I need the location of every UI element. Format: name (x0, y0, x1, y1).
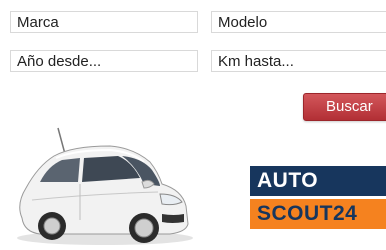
anio-desde-select[interactable]: Año desde... (10, 50, 198, 72)
modelo-select[interactable]: Modelo (211, 11, 386, 33)
autoscout24-logo[interactable]: AUTO SCOUT24 (250, 166, 386, 229)
buscar-button[interactable]: Buscar (303, 93, 386, 121)
car-image (17, 127, 193, 245)
logo-scout24-text: SCOUT24 (250, 199, 386, 229)
marca-select[interactable]: Marca (10, 11, 198, 33)
logo-auto-text: AUTO (250, 166, 386, 196)
km-hasta-select[interactable]: Km hasta... (211, 50, 386, 72)
